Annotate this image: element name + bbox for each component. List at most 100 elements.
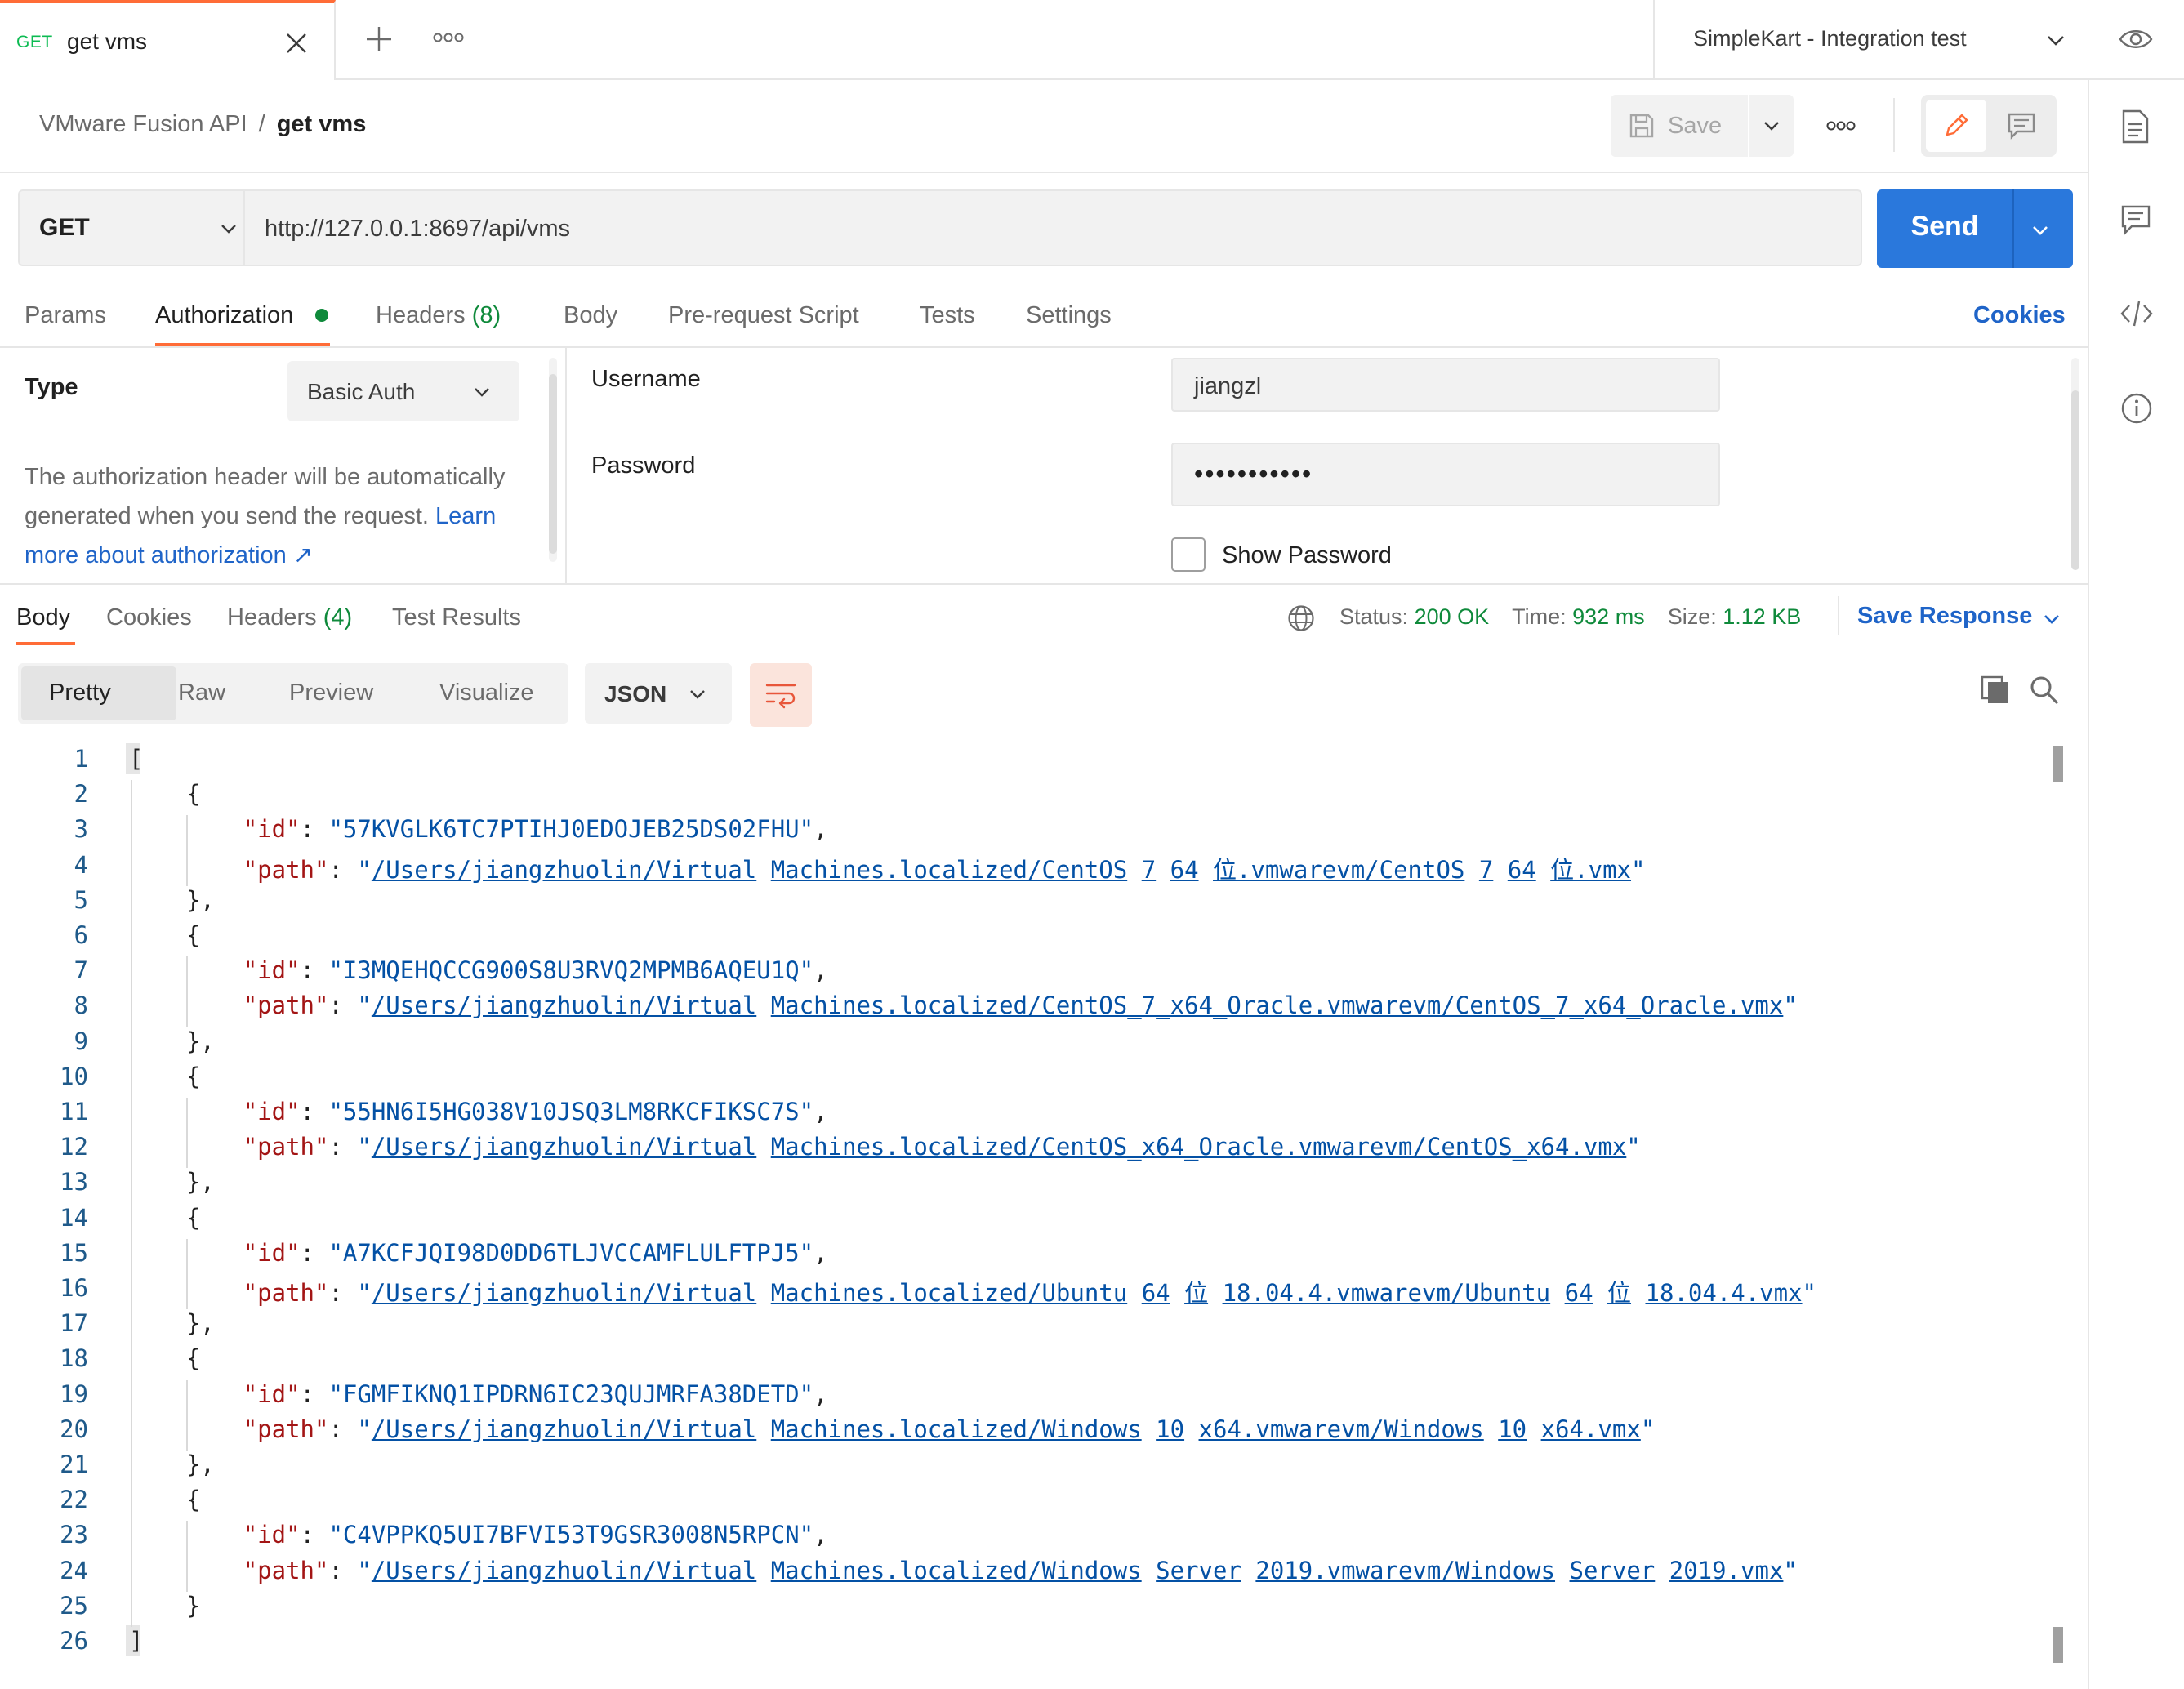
breadcrumb-collection[interactable]: VMware Fusion API bbox=[39, 111, 247, 138]
chevron-down-icon bbox=[690, 690, 705, 699]
url-input[interactable]: http://127.0.0.1:8697/api/vms bbox=[245, 189, 1862, 266]
line-number: 8 bbox=[74, 992, 88, 1020]
status-dot bbox=[315, 309, 328, 322]
json-quote: " bbox=[357, 1133, 372, 1161]
more-icon[interactable] bbox=[433, 31, 464, 44]
json-id-value: 57KVGLK6TC7PTIHJ0EDOJEB25DS02FHU bbox=[342, 815, 800, 844]
tab-pre-request-script[interactable]: Pre-request Script bbox=[668, 302, 859, 329]
save-button[interactable]: Save bbox=[1611, 95, 1748, 157]
close-icon[interactable] bbox=[284, 31, 309, 56]
indent-guide bbox=[186, 1238, 188, 1310]
json-key: "path" bbox=[243, 992, 329, 1020]
response-tab-headers[interactable]: Headers (4) bbox=[227, 604, 352, 631]
divider bbox=[1838, 596, 1839, 635]
json-key: "id" bbox=[243, 1098, 301, 1125]
line-number: 9 bbox=[74, 1027, 88, 1055]
view-visualize-button[interactable]: Visualize bbox=[439, 680, 534, 706]
json-quote: " bbox=[1626, 1133, 1641, 1161]
response-status: Status: 200 OK Time: 932 ms Size: 1.12 K… bbox=[1339, 604, 1801, 630]
plus-icon[interactable] bbox=[364, 25, 394, 54]
auth-type-select[interactable]: Basic Auth bbox=[287, 361, 519, 421]
scrollbar[interactable] bbox=[2053, 746, 2063, 1663]
save-response-button[interactable]: Save Response bbox=[1857, 603, 2032, 630]
tab-body[interactable]: Body bbox=[564, 302, 617, 329]
json-key: "path" bbox=[243, 1415, 329, 1443]
time-label: Time: bbox=[1512, 604, 1567, 629]
password-field[interactable]: ••••••••••• bbox=[1171, 443, 1720, 506]
json-quote: " bbox=[1802, 1279, 1817, 1307]
method-select[interactable]: GET bbox=[18, 189, 245, 266]
code-line: "id": "I3MQEHQCCG900S8U3RVQ2MPMB6AQEU1Q"… bbox=[243, 956, 828, 985]
json-key: "id" bbox=[243, 1379, 301, 1408]
code-line: "id": "C4VPPKQ5UI7BFVI53T9GSR3008N5RPCN"… bbox=[243, 1521, 828, 1549]
username-field[interactable]: jiangzl bbox=[1171, 358, 1720, 412]
eye-icon[interactable] bbox=[2119, 25, 2153, 54]
response-tab-cookies[interactable]: Cookies bbox=[106, 604, 192, 631]
code-line: "path": "/Users/jiangzhuolin/Virtual Mac… bbox=[243, 1279, 1817, 1307]
tab-headers[interactable]: Headers (8) bbox=[376, 302, 501, 329]
save-icon bbox=[1629, 114, 1654, 138]
comment-mode-button[interactable] bbox=[1991, 100, 2052, 152]
document-icon[interactable] bbox=[2120, 109, 2150, 144]
send-label: Send bbox=[1910, 211, 1979, 242]
json-id-value: A7KCFJQI98D0DD6TLJVCCAMFLULFTPJ5 bbox=[342, 1238, 800, 1267]
more-icon[interactable] bbox=[1826, 119, 1856, 132]
send-divider bbox=[2012, 189, 2014, 268]
tab-authorization[interactable]: Authorization bbox=[155, 302, 293, 329]
active-tab-indicator bbox=[16, 642, 75, 645]
indent-guide bbox=[186, 815, 188, 886]
json-quote: " bbox=[357, 855, 372, 884]
code-icon[interactable] bbox=[2120, 299, 2153, 328]
json-quote: " bbox=[328, 1238, 343, 1267]
chevron-down-icon bbox=[475, 388, 489, 397]
code-line: { bbox=[129, 1203, 201, 1232]
scrollbar[interactable] bbox=[549, 358, 557, 562]
tab-tests[interactable]: Tests bbox=[920, 302, 975, 329]
code-line: "id": "FGMFIKNQ1IPDRN6IC23QUJMRFA38DETD"… bbox=[243, 1379, 828, 1408]
code-line: } bbox=[129, 1591, 201, 1620]
save-dropdown-button[interactable] bbox=[1749, 95, 1794, 157]
search-icon[interactable] bbox=[2029, 675, 2060, 706]
format-select[interactable]: JSON bbox=[585, 663, 732, 724]
show-password-checkbox[interactable] bbox=[1171, 537, 1206, 572]
chevron-down-icon[interactable] bbox=[2042, 609, 2061, 629]
code-line: "id": "57KVGLK6TC7PTIHJ0EDOJEB25DS02FHU"… bbox=[243, 815, 828, 844]
json-quote: " bbox=[799, 1098, 814, 1125]
info-icon[interactable] bbox=[2120, 392, 2153, 425]
line-number: 17 bbox=[60, 1309, 88, 1338]
chevron-down-icon[interactable] bbox=[2045, 30, 2066, 51]
cookies-link[interactable]: Cookies bbox=[1973, 302, 2066, 329]
request-tab[interactable]: GET get vms bbox=[0, 0, 336, 80]
wrap-lines-button[interactable] bbox=[750, 663, 812, 727]
globe-icon[interactable] bbox=[1287, 604, 1315, 632]
json-quote: " bbox=[328, 1098, 343, 1125]
view-preview-button[interactable]: Preview bbox=[289, 680, 373, 706]
edit-mode-button[interactable] bbox=[1926, 100, 1986, 152]
breadcrumb-request[interactable]: get vms bbox=[277, 111, 367, 138]
response-tab-body[interactable]: Body bbox=[16, 604, 70, 631]
show-password-label[interactable]: Show Password bbox=[1222, 542, 1392, 569]
tab-params[interactable]: Params bbox=[25, 302, 106, 329]
divider bbox=[0, 172, 2088, 173]
tab-headers-label: Headers bbox=[376, 302, 466, 328]
size-value: 1.12 KB bbox=[1723, 604, 1802, 629]
view-raw-button[interactable]: Raw bbox=[178, 680, 225, 706]
chevron-down-icon[interactable] bbox=[2030, 221, 2050, 240]
response-tab-test-results[interactable]: Test Results bbox=[392, 604, 521, 631]
tab-settings[interactable]: Settings bbox=[1026, 302, 1112, 329]
environment-name[interactable]: SimpleKart - Integration test bbox=[1693, 26, 1967, 51]
view-pretty-button[interactable]: Pretty bbox=[49, 680, 111, 706]
divider bbox=[565, 348, 567, 583]
request-tab-name: get vms bbox=[67, 29, 148, 54]
comment-icon[interactable] bbox=[2120, 204, 2151, 235]
json-quote: " bbox=[328, 1521, 343, 1549]
send-button[interactable]: Send bbox=[1877, 189, 2073, 268]
tab-headers-count: (8) bbox=[471, 302, 501, 328]
copy-icon[interactable] bbox=[1980, 675, 2011, 706]
format-value: JSON bbox=[604, 681, 667, 706]
json-quote: " bbox=[328, 956, 343, 985]
json-quote: " bbox=[799, 1238, 814, 1267]
line-number: 3 bbox=[74, 815, 88, 844]
scrollbar[interactable] bbox=[2071, 358, 2079, 570]
response-body-editor[interactable]: 1 [2 {3 "id": "57KVGLK6TC7PTIHJ0EDOJEB25D… bbox=[0, 742, 2088, 1656]
